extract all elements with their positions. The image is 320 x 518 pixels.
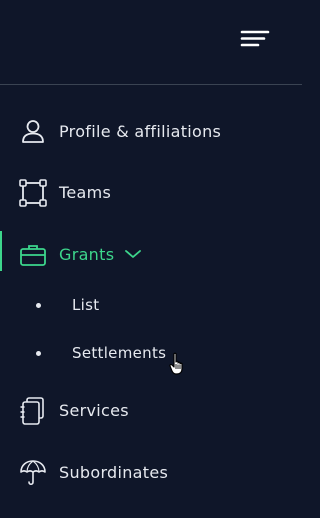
bullet-icon: [36, 351, 41, 356]
umbrella-icon: [20, 460, 46, 486]
menu-toggle-button[interactable]: [236, 25, 274, 55]
frame-icon: [19, 179, 47, 207]
briefcase-icon: [20, 245, 46, 266]
sidebar-item-label: Grants: [59, 245, 115, 264]
sidebar-item-teams[interactable]: Teams: [0, 169, 302, 217]
sidebar-item-services[interactable]: Services: [0, 387, 302, 435]
sidebar-header: [0, 0, 302, 84]
chevron-down-icon[interactable]: [123, 246, 143, 262]
sidebar-subitem-list[interactable]: List: [0, 287, 302, 323]
sidebar-item-grants[interactable]: Grants: [0, 231, 302, 279]
menu-lines-icon: [240, 30, 270, 47]
header-divider: [0, 84, 302, 85]
notebook-icon: [20, 397, 44, 425]
sidebar-item-label: Profile & affiliations: [59, 122, 222, 141]
user-icon: [22, 120, 44, 143]
sidebar-subitem-label: List: [72, 296, 100, 314]
sidebar-item-label: Teams: [59, 183, 112, 202]
sidebar-item-profile[interactable]: Profile & affiliations: [0, 108, 302, 156]
sidebar-subitem-settlements[interactable]: Settlements: [0, 335, 302, 371]
sidebar-subitem-label: Settlements: [72, 344, 167, 362]
sidebar-item-subordinates[interactable]: Subordinates: [0, 449, 302, 497]
sidebar-item-label: Subordinates: [59, 463, 169, 482]
bullet-icon: [36, 303, 41, 308]
hand-cursor-icon: [169, 352, 183, 375]
active-indicator: [0, 231, 2, 271]
sidebar-item-label: Services: [59, 401, 129, 420]
